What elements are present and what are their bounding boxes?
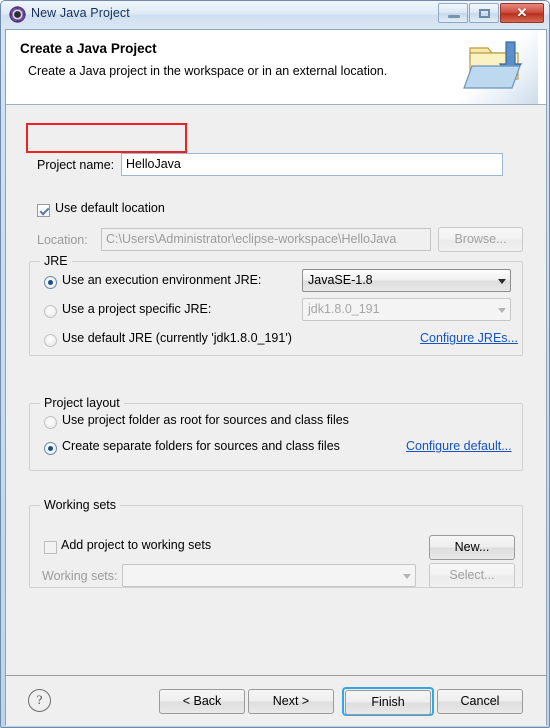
minimize-button[interactable] [438,3,468,23]
browse-button[interactable]: Browse... [438,227,523,252]
jre-default-radio[interactable] [44,334,57,347]
dialog-window: New Java Project ✕ Create a Java Project… [0,0,550,728]
minimize-icon [448,15,460,18]
select-working-set-button[interactable]: Select... [429,563,515,588]
project-name-label: Project name: [37,158,115,172]
maximize-icon [479,9,490,18]
layout-separate-folders-radio[interactable] [44,442,57,455]
chevron-down-icon [498,279,506,284]
close-icon: ✕ [516,5,528,20]
jre-default-label: Use default JRE (currently 'jdk1.8.0_191… [62,331,292,345]
jre-execution-environment-label: Use an execution environment JRE: [62,273,262,287]
working-sets-label: Working sets: [42,569,118,583]
help-icon[interactable]: ? [28,689,51,712]
layout-project-folder-radio[interactable] [44,416,57,429]
eclipse-wizard-icon [9,6,26,23]
working-sets-group-title: Working sets [40,498,121,512]
wizard-page-body: Project name: HelloJava Use default loca… [6,105,546,675]
jre-group-title: JRE [40,254,72,268]
configure-jres-link[interactable]: Configure JREs... [420,331,518,345]
chevron-down-icon [498,308,506,313]
chevron-down-icon [403,574,411,579]
next-button[interactable]: Next > [248,689,334,714]
back-button[interactable]: < Back [159,689,245,714]
use-default-location-label: Use default location [55,201,165,215]
page-title: Create a Java Project [20,41,157,56]
project-name-input[interactable]: HelloJava [121,153,503,176]
dialog-content: Create a Java Project Create a Java proj… [5,29,547,726]
maximize-button[interactable] [469,3,499,23]
cancel-button[interactable]: Cancel [437,689,523,714]
wizard-header: Create a Java Project Create a Java proj… [6,30,546,105]
jre-project-specific-label: Use a project specific JRE: [62,302,212,316]
add-to-working-sets-checkbox[interactable] [44,541,57,554]
title-bar: New Java Project ✕ [1,1,549,29]
jre-execution-environment-radio[interactable] [44,276,57,289]
new-working-set-button[interactable]: New... [429,535,515,560]
jre-project-specific-radio[interactable] [44,305,57,318]
finish-button[interactable]: Finish [345,690,431,715]
location-label: Location: [37,233,88,247]
use-default-location-checkbox[interactable] [37,204,50,217]
page-description: Create a Java project in the workspace o… [28,64,388,78]
jre-project-specific-combo[interactable]: jdk1.8.0_191 [302,298,511,321]
add-to-working-sets-label: Add project to working sets [61,538,212,552]
configure-default-link[interactable]: Configure default... [406,439,512,453]
java-project-folder-icon [458,30,538,104]
working-sets-combo[interactable] [122,564,416,587]
layout-project-folder-label: Use project folder as root for sources a… [62,413,349,427]
jre-execution-environment-combo[interactable]: JavaSE-1.8 [302,269,511,292]
layout-separate-folders-label: Create separate folders for sources and … [62,439,340,453]
close-button[interactable]: ✕ [500,3,544,23]
location-input[interactable]: C:\Users\Administrator\eclipse-workspace… [101,228,431,251]
project-layout-group-title: Project layout [40,396,124,410]
window-title: New Java Project [31,6,130,20]
dialog-button-bar: ? < Back Next > Finish Cancel [6,675,546,726]
